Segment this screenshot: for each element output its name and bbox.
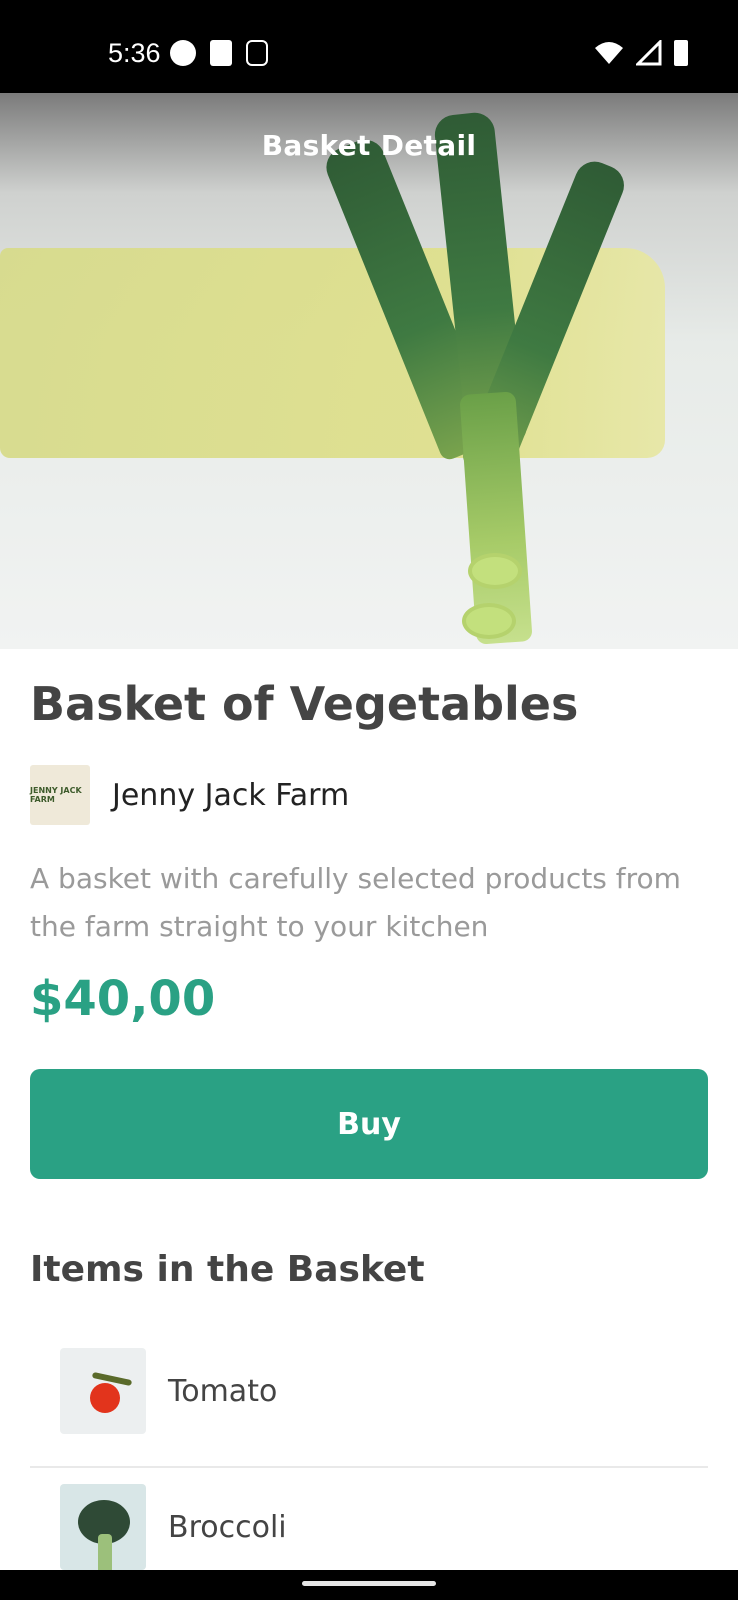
product-description: A basket with carefully selected product… [30,862,681,943]
status-icons-left [170,40,268,66]
buy-button[interactable]: Buy [30,1069,708,1179]
tomato-image [60,1348,146,1434]
product-title: Basket of Vegetables [30,677,579,731]
item-label: Broccoli [168,1509,287,1545]
wifi-icon [595,42,623,64]
status-icons-right [594,40,688,66]
product-detail: Basket of Vegetables JENNY JACK FARM Jen… [30,649,708,1602]
home-handle[interactable] [302,1581,436,1586]
screenshot-icon [246,40,268,66]
navigation-bar [0,1570,738,1600]
sd-card-icon [210,40,232,66]
broccoli-image [60,1484,146,1570]
farm-logo: JENNY JACK FARM [30,765,90,825]
leek-slice [468,553,522,589]
a-circle-icon [170,40,196,66]
farm-row[interactable]: JENNY JACK FARM Jenny Jack Farm [30,765,708,825]
battery-icon [674,40,688,66]
hero-image: Basket Detail [0,93,738,649]
list-item[interactable]: Tomato [30,1332,708,1468]
leek-slice [462,603,516,639]
basket-items-list: Tomato Broccoli [30,1332,708,1602]
status-time: 5:36 [108,38,161,68]
items-section-title: Items in the Basket [30,1249,425,1290]
page-title: Basket Detail [261,129,477,162]
status-bar: 5:36 [0,0,738,93]
item-label: Tomato [168,1373,278,1409]
farm-name: Jenny Jack Farm [112,777,350,813]
product-price: $40,00 [30,971,216,1027]
signal-icon [636,40,662,66]
